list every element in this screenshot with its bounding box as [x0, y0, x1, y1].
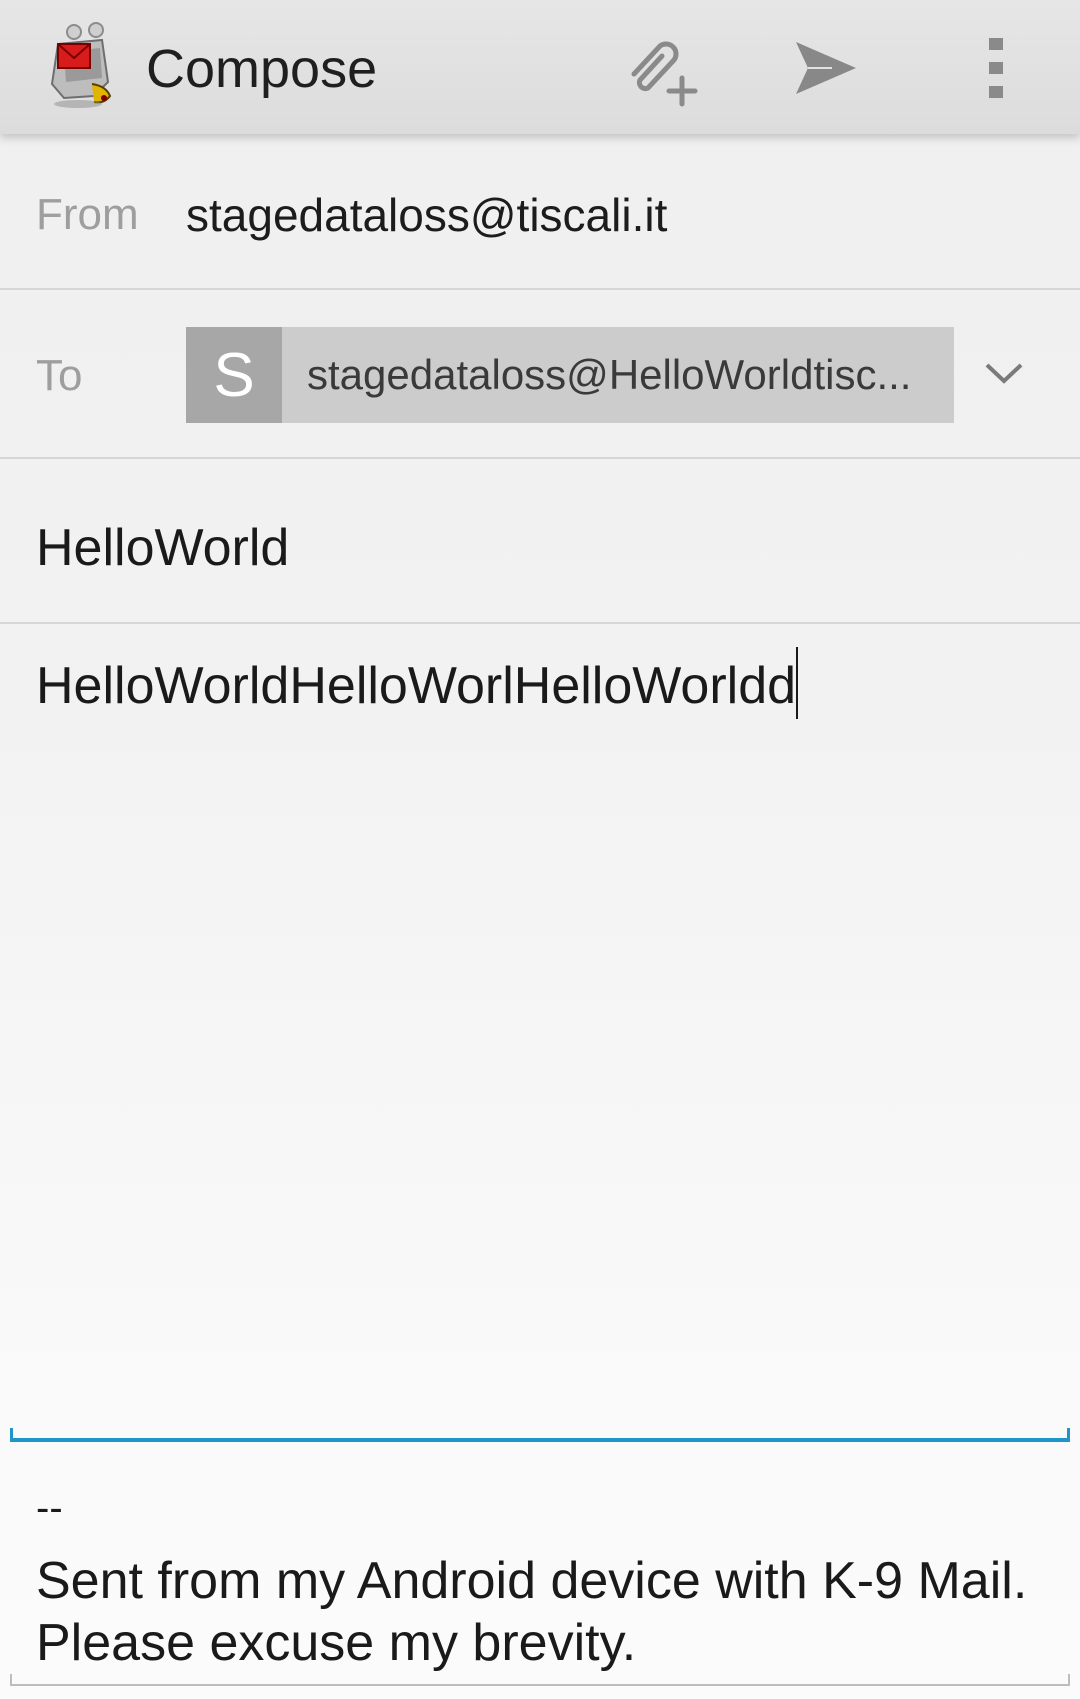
divider [0, 457, 1080, 459]
message-body-text: HelloWorldHelloWorlHelloWorldd [36, 657, 797, 715]
to-label: To [36, 351, 83, 400]
attach-file-icon [620, 28, 700, 113]
to-row: To S stagedataloss@HelloWorldtisc... [0, 292, 1080, 458]
divider [0, 622, 1080, 624]
send-icon [794, 38, 858, 103]
send-button[interactable] [778, 22, 874, 118]
chevron-down-icon [984, 361, 1024, 390]
recipient-address: stagedataloss@HelloWorldtisc... [307, 351, 912, 398]
attach-button[interactable] [612, 22, 708, 118]
k9-mail-app-icon[interactable] [44, 22, 124, 112]
signature-text: Sent from my Android device with K-9 Mai… [36, 1552, 1028, 1672]
compose-screen: Compose From stagedataloss@tiscali.it To… [0, 0, 1080, 1699]
subject-field[interactable]: HelloWorld [36, 518, 289, 578]
from-row: From stagedataloss@tiscali.it [0, 134, 1080, 290]
recipient-avatar: S [186, 327, 282, 423]
signature-field[interactable]: -- Sent from my Android device with K-9 … [0, 1442, 1080, 1699]
from-account-selector[interactable]: stagedataloss@tiscali.it [186, 188, 667, 242]
text-cursor [796, 647, 798, 719]
signature-underline [10, 1674, 1070, 1686]
recipient-chip[interactable]: S stagedataloss@HelloWorldtisc... [186, 327, 954, 423]
message-body-field[interactable]: HelloWorldHelloWorlHelloWorldd [0, 626, 1080, 1442]
from-label: From [36, 190, 139, 239]
page-title: Compose [146, 39, 378, 99]
signature-separator: -- [36, 1486, 63, 1530]
recipients-expand-button[interactable] [968, 339, 1040, 411]
subject-row: HelloWorld [0, 460, 1080, 624]
more-vert-icon [986, 36, 1006, 105]
action-bar: Compose [0, 0, 1080, 134]
divider [0, 288, 1080, 290]
overflow-menu-button[interactable] [948, 22, 1044, 118]
